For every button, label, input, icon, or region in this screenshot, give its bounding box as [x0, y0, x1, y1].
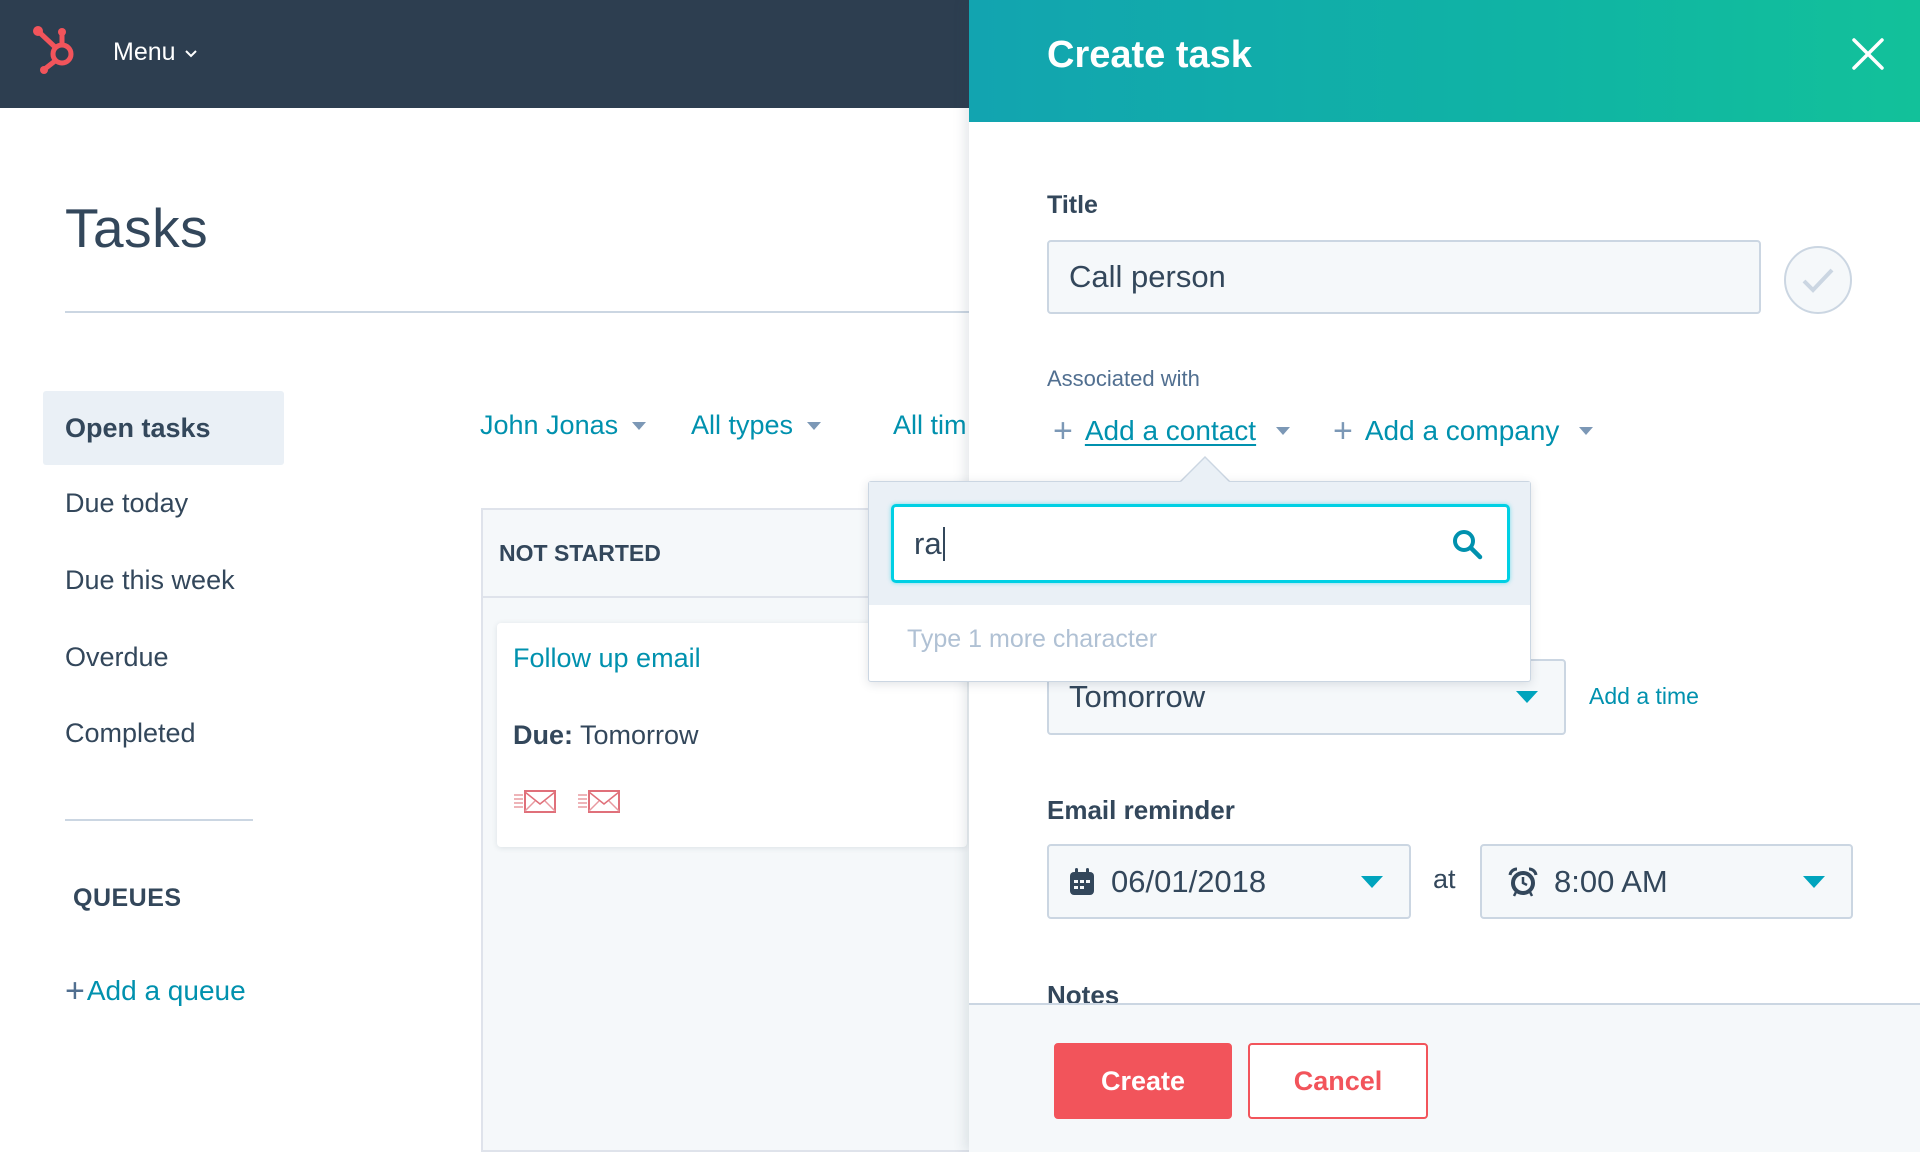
caret-down-icon: [1516, 691, 1538, 703]
mark-complete-button[interactable]: [1784, 246, 1852, 314]
due-label: Due:: [513, 720, 573, 750]
title-input[interactable]: Call person: [1047, 240, 1761, 314]
contact-search-input[interactable]: ra: [891, 504, 1510, 583]
reminder-time-value: 8:00 AM: [1554, 863, 1668, 899]
cancel-button[interactable]: Cancel: [1248, 1043, 1428, 1119]
reminder-time-select[interactable]: 8:00 AM: [1480, 844, 1853, 919]
sidebar-item-label: Due this week: [65, 564, 235, 595]
caret-down-icon: [1579, 427, 1594, 435]
title-divider: [65, 311, 970, 313]
chevron-down-icon: [184, 49, 197, 57]
add-company-dropdown[interactable]: + Add a company: [1333, 412, 1594, 450]
caret-down-icon: [632, 421, 647, 430]
filter-time[interactable]: All tim: [893, 410, 967, 441]
at-label: at: [1433, 864, 1456, 894]
add-queue-label: Add a queue: [86, 975, 246, 1006]
contact-search-popover: ra Type 1 more character: [868, 481, 1531, 682]
associated-with-label: Associated with: [1047, 366, 1200, 391]
sidebar-item-label: Completed: [65, 717, 196, 748]
caret-down-icon: [1803, 875, 1825, 888]
task-card-due: Due: Tomorrow: [513, 720, 699, 751]
popover-arrow: [1181, 458, 1229, 482]
queues-heading: QUEUES: [73, 884, 182, 912]
page-title: Tasks: [65, 197, 209, 259]
add-contact-label: Add a contact: [1084, 415, 1257, 446]
calendar-icon: [1070, 867, 1094, 895]
filter-owner[interactable]: John Jonas: [480, 410, 647, 441]
reminder-date-value: 06/01/2018: [1111, 863, 1267, 899]
task-card-title[interactable]: Follow up email: [513, 643, 701, 674]
filter-type-label: All types: [691, 410, 794, 440]
search-hint: Type 1 more character: [907, 625, 1158, 653]
sidebar-divider: [65, 819, 253, 821]
add-time-link[interactable]: Add a time: [1589, 683, 1699, 710]
due-value: Tomorrow: [580, 720, 699, 750]
task-card-icons: [513, 787, 621, 815]
caret-down-icon: [807, 421, 822, 430]
title-field-label: Title: [1047, 191, 1098, 219]
sidebar-item-due-this-week[interactable]: Due this week: [43, 543, 284, 617]
caret-down-icon: [1276, 427, 1291, 435]
sidebar-item-label: Open tasks: [65, 412, 211, 443]
menu-label: Menu: [113, 38, 176, 66]
hubspot-logo[interactable]: [28, 22, 84, 78]
due-date-value: Tomorrow: [1069, 679, 1206, 714]
email-icon: [578, 790, 620, 813]
alarm-clock-icon: [1508, 866, 1538, 897]
add-contact-dropdown[interactable]: + Add a contact: [1053, 412, 1291, 450]
sidebar-item-open-tasks[interactable]: Open tasks: [43, 391, 284, 465]
add-company-label: Add a company: [1364, 415, 1560, 446]
add-queue-link[interactable]: + Add a queue: [65, 974, 246, 1008]
filter-time-label: All tim: [893, 410, 967, 440]
search-input-value-wrap: ra: [914, 526, 945, 562]
filter-owner-label: John Jonas: [480, 410, 619, 440]
title-input-value: Call person: [1069, 259, 1226, 294]
search-icon[interactable]: [1451, 528, 1483, 560]
email-icon: [514, 790, 556, 813]
sidebar-item-overdue[interactable]: Overdue: [43, 620, 284, 694]
sidebar-item-due-today[interactable]: Due today: [43, 466, 284, 540]
sidebar-item-label: Due today: [65, 487, 189, 518]
plus-icon: +: [1053, 412, 1073, 450]
close-icon[interactable]: [1846, 32, 1890, 76]
sidebar-item-label: Overdue: [65, 641, 169, 672]
column-header-label: NOT STARTED: [499, 539, 661, 566]
filter-type[interactable]: All types: [691, 410, 822, 441]
text-cursor: [942, 526, 945, 561]
email-reminder-label: Email reminder: [1047, 795, 1235, 825]
checkmark-icon: [1802, 268, 1834, 293]
panel-title: Create task: [1047, 34, 1252, 76]
create-button[interactable]: Create: [1054, 1043, 1232, 1119]
caret-down-icon: [1361, 875, 1383, 888]
reminder-date-select[interactable]: 06/01/2018: [1047, 844, 1411, 919]
plus-icon: +: [65, 972, 85, 1010]
main-menu-button[interactable]: Menu: [113, 38, 198, 67]
plus-icon: +: [1333, 412, 1353, 450]
search-input-value: ra: [914, 525, 942, 561]
sidebar-item-completed[interactable]: Completed: [43, 696, 284, 770]
